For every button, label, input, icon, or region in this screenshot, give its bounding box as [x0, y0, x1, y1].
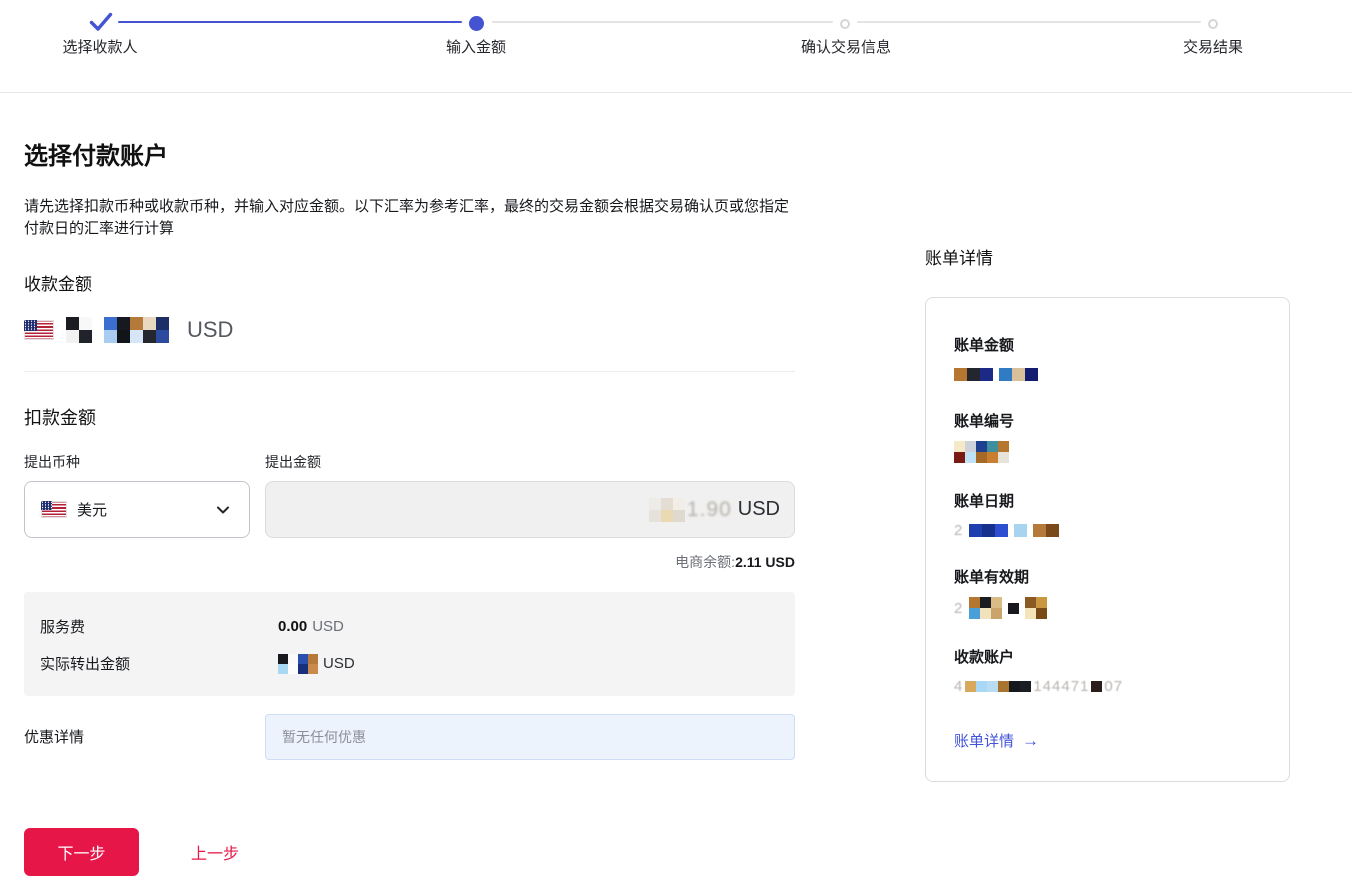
wizard-stepper: 选择收款人 输入金额 确认交易信息 交易结果: [0, 0, 1352, 93]
bill-number-label: 账单编号: [954, 410, 1261, 431]
redacted-receive-amount: [104, 317, 169, 343]
receive-currency-code: USD: [187, 317, 233, 343]
promo-label: 优惠详情: [24, 714, 265, 760]
balance-value: 2.11 USD: [735, 554, 795, 570]
account-ghost-prefix: 4: [954, 678, 963, 695]
service-fee-currency: USD: [312, 618, 344, 635]
bill-details-link[interactable]: 账单详情 →: [954, 730, 1039, 751]
redacted-bill-amount: [954, 368, 993, 381]
amount-field-label: 提出金额: [265, 452, 795, 472]
bill-account-label: 收款账户: [954, 646, 1261, 667]
bill-validity-label: 账单有效期: [954, 566, 1261, 587]
amount-currency-code: USD: [738, 498, 780, 521]
bill-number-item: 账单编号: [954, 410, 1261, 463]
bill-validity-item: 账单有效期 2: [954, 566, 1261, 619]
redacted-account-number: [965, 681, 1031, 692]
arrow-right-icon: →: [1022, 731, 1039, 751]
step-current-dot: [469, 16, 484, 31]
redacted-receive-amount: [66, 317, 92, 343]
actual-out-currency: USD: [323, 655, 355, 672]
redacted-bill-validity: [1025, 597, 1047, 619]
promo-empty-text: 暂无任何优惠: [282, 727, 366, 747]
balance-label: 电商余额:: [675, 554, 735, 570]
step-label-result: 交易结果: [1183, 36, 1243, 57]
promo-empty-box: 暂无任何优惠: [265, 714, 795, 760]
currency-selected-value: 美元: [77, 499, 107, 520]
redacted-account-number: [1091, 681, 1102, 692]
bill-account-item: 收款账户 4 144471 07: [954, 646, 1261, 695]
redacted-bill-validity: [969, 597, 1002, 619]
step-label-enter-amount: 输入金额: [446, 36, 506, 57]
step-label-select-payee: 选择收款人: [62, 36, 137, 57]
promo-row: 优惠详情 暂无任何优惠: [24, 714, 795, 760]
previous-step-link[interactable]: 上一步: [191, 840, 239, 864]
service-fee-value: 0.00: [278, 618, 307, 635]
service-fee-label: 服务费: [40, 616, 278, 637]
step-pending-ring: [840, 19, 850, 29]
bill-details-card: 账单金额 账单编号 账单日期 2: [925, 297, 1290, 782]
receive-amount-heading: 收款金额: [24, 270, 795, 295]
account-visible-suffix: 07: [1104, 678, 1123, 695]
redacted-bill-date: [1033, 524, 1059, 537]
currency-select[interactable]: 美元: [24, 481, 250, 538]
stepper-connector: [857, 21, 1201, 23]
us-flag-icon: [41, 501, 67, 518]
chevron-down-icon: [213, 500, 233, 520]
bill-amount-item: 账单金额: [954, 334, 1261, 383]
bill-sidebar: 账单详情 账单金额 账单编号 账单日期 2: [925, 93, 1290, 876]
service-fee-row: 服务费 0.00 USD: [40, 608, 779, 645]
bill-date-item: 账单日期 2: [954, 490, 1261, 539]
deduct-amount-heading: 扣款金额: [24, 404, 795, 430]
amount-input[interactable]: 1.90 USD: [265, 481, 795, 538]
step-pending-ring: [1208, 19, 1218, 29]
receive-amount-row: USD: [24, 315, 795, 345]
us-flag-icon: [24, 320, 54, 340]
bill-date-visible-prefix: 2: [954, 522, 963, 539]
actual-out-row: 实际转出金额 USD: [40, 645, 779, 682]
page-subtitle: 请先选择扣款币种或收款币种，并输入对应金额。以下汇率为参考汇率，最终的交易金额会…: [24, 196, 795, 240]
section-divider: [24, 371, 795, 372]
redacted-bill-number: [954, 441, 1009, 463]
redacted-amount-blur: [649, 498, 685, 522]
currency-field-label: 提出币种: [24, 452, 250, 472]
bill-details-link-text: 账单详情: [954, 730, 1014, 751]
next-step-button[interactable]: 下一步: [24, 828, 139, 876]
balance-line: 电商余额:2.11 USD: [265, 552, 795, 572]
account-visible-digits: 144471: [1033, 678, 1089, 695]
redacted-bill-date: [969, 524, 1008, 537]
actual-out-label: 实际转出金额: [40, 653, 278, 674]
redacted-bill-date: [1014, 524, 1027, 537]
stepper-connector: [492, 21, 833, 23]
payment-form: 选择付款账户 请先选择扣款币种或收款币种，并输入对应金额。以下汇率为参考汇率，最…: [24, 93, 795, 876]
step-done-check-icon: [88, 11, 114, 38]
stepper-connector-active: [118, 21, 462, 23]
bill-validity-visible-prefix: 2: [954, 600, 963, 617]
bill-amount-label: 账单金额: [954, 334, 1261, 355]
bill-date-label: 账单日期: [954, 490, 1261, 511]
page-title: 选择付款账户: [24, 136, 795, 171]
bill-details-heading: 账单详情: [925, 244, 1290, 269]
amount-ghost-digits: 1.90: [687, 498, 732, 522]
fee-summary-panel: 服务费 0.00 USD 实际转出金额 USD: [24, 592, 795, 696]
redacted-bill-validity: [1008, 603, 1019, 614]
step-label-confirm-info: 确认交易信息: [801, 36, 891, 57]
redacted-actual-out-amount: [278, 654, 318, 674]
redacted-bill-amount: [999, 368, 1038, 381]
